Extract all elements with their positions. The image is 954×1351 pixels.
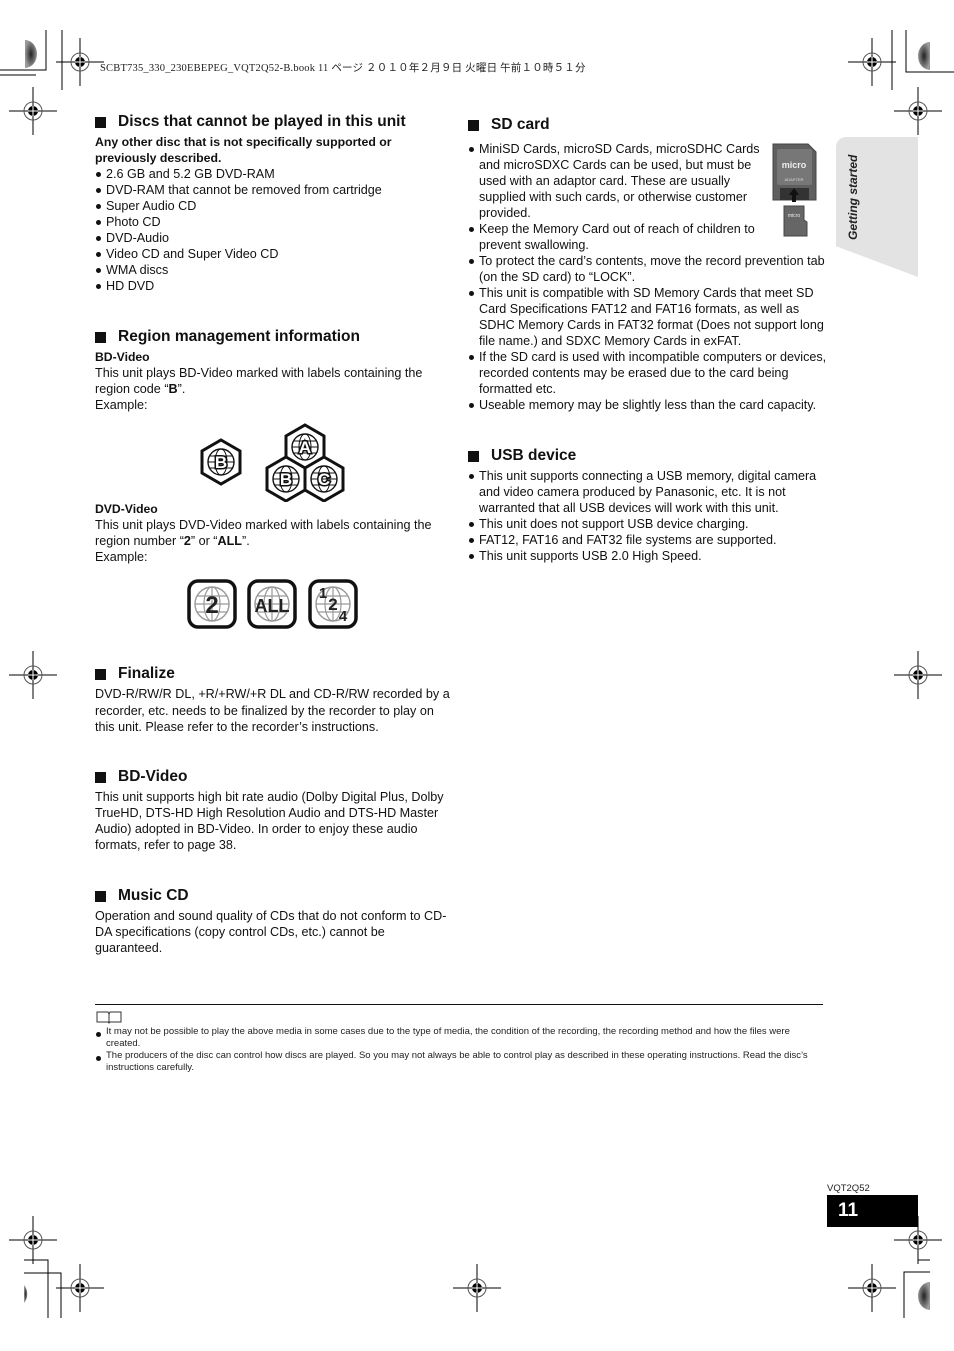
region-section: Region management information BD-Video T… <box>95 327 455 413</box>
discs-list: 2.6 GB and 5.2 GB DVD-RAM DVD-RAM that c… <box>95 166 455 294</box>
bd-video-heading: BD-Video <box>95 767 455 787</box>
region-124-logo: 1 2 4 <box>308 579 358 629</box>
list-item: FAT12, FAT16 and FAT32 file systems are … <box>468 532 828 548</box>
list-item: Keep the Memory Card out of reach of chi… <box>468 221 775 253</box>
usb-list: This unit supports connecting a USB memo… <box>468 468 828 564</box>
note-item: The producers of the disc can control ho… <box>95 1050 823 1074</box>
sd-adapter-illustration: micro ADAPTER micro <box>772 143 817 237</box>
bd-example-label: Example: <box>95 398 148 412</box>
region-heading: Region management information <box>95 327 455 347</box>
music-cd-heading: Music CD <box>95 886 455 906</box>
list-item: Video CD and Super Video CD <box>95 246 455 262</box>
sd-card-heading: SD card <box>468 115 828 135</box>
music-cd-section: Music CD Operation and sound quality of … <box>95 886 455 956</box>
microsd-card-icon: micro <box>783 205 808 237</box>
notes-divider <box>95 1004 823 1005</box>
square-bullet-icon <box>95 331 106 343</box>
list-item: MiniSD Cards, microSD Cards, microSDHC C… <box>468 141 761 221</box>
svg-text:2: 2 <box>205 592 218 619</box>
svg-text:B: B <box>215 453 227 472</box>
list-item: Useable memory may be slightly less than… <box>468 397 849 413</box>
list-item: Super Audio CD <box>95 198 455 214</box>
list-item: DVD-RAM that cannot be removed from cart… <box>95 182 455 198</box>
bd-video-section: BD-Video This unit supports high bit rat… <box>95 767 455 853</box>
list-item: 2.6 GB and 5.2 GB DVD-RAM <box>95 166 455 182</box>
square-bullet-icon <box>468 119 479 131</box>
dvd-region-logos: 2 ALL 1 2 4 <box>187 579 358 629</box>
discs-intro: Any other disc that is not specifically … <box>95 135 392 165</box>
dvd-region-text: This unit plays DVD-Video marked with la… <box>95 518 432 548</box>
svg-text:A: A <box>299 438 311 457</box>
dvd-region-block: DVD-Video This unit plays DVD-Video mark… <box>95 501 455 565</box>
finalize-section: Finalize DVD-R/RW/R DL, +R/+RW/+R DL and… <box>95 664 455 736</box>
side-tab-label: Getting started <box>846 154 860 240</box>
list-item: This unit supports USB 2.0 High Speed. <box>468 548 828 564</box>
svg-text:ALL: ALL <box>255 596 290 616</box>
svg-text:B: B <box>280 470 292 489</box>
list-item: This unit is compatible with SD Memory C… <box>468 285 828 349</box>
usb-section: USB device This unit supports connecting… <box>468 446 828 564</box>
discs-heading: Discs that cannot be played in this unit <box>95 112 455 132</box>
document-code: VQT2Q52 <box>827 1183 870 1194</box>
music-cd-text: Operation and sound quality of CDs that … <box>95 909 447 955</box>
list-item: If the SD card is used with incompatible… <box>468 349 828 397</box>
svg-text:4: 4 <box>339 608 348 625</box>
svg-text:micro: micro <box>782 160 807 170</box>
region-all-logo: ALL <box>247 579 297 629</box>
square-bullet-icon <box>95 771 106 783</box>
list-item: To protect the card’s contents, move the… <box>468 253 828 285</box>
bd-region-text: This unit plays BD-Video marked with lab… <box>95 366 423 396</box>
list-item: Photo CD <box>95 214 455 230</box>
bd-video-subtitle: BD-Video <box>95 350 150 364</box>
list-item: This unit does not support USB device ch… <box>468 516 828 532</box>
list-item: WMA discs <box>95 262 455 278</box>
svg-text:2: 2 <box>328 595 337 614</box>
list-item: This unit supports connecting a USB memo… <box>468 468 828 516</box>
region-abc-logo: A B C <box>265 423 345 502</box>
print-header: SCBT735_330_230EBEPEG_VQT2Q52-B.book 11 … <box>100 63 586 74</box>
bd-video-text: This unit supports high bit rate audio (… <box>95 790 444 852</box>
svg-text:micro: micro <box>788 213 800 219</box>
notes-list: It may not be possible to play the above… <box>95 1026 823 1074</box>
list-item: DVD-Audio <box>95 230 455 246</box>
region-2-logo: 2 <box>187 579 237 629</box>
bd-region-logos: B A B C <box>200 423 345 502</box>
dvd-video-subtitle: DVD-Video <box>95 502 158 516</box>
square-bullet-icon <box>468 450 479 462</box>
page-number: 11 <box>827 1195 918 1227</box>
list-item: HD DVD <box>95 278 455 294</box>
note-item: It may not be possible to play the above… <box>95 1026 823 1050</box>
square-bullet-icon <box>95 890 106 902</box>
dvd-example-label: Example: <box>95 550 148 564</box>
svg-text:1: 1 <box>319 585 327 602</box>
svg-text:ADAPTER: ADAPTER <box>785 177 804 182</box>
region-b-logo: B <box>200 438 242 486</box>
discs-section: Discs that cannot be played in this unit… <box>95 112 455 294</box>
square-bullet-icon <box>95 668 106 680</box>
usb-heading: USB device <box>468 446 828 466</box>
square-bullet-icon <box>95 116 106 128</box>
svg-text:C: C <box>318 470 330 489</box>
finalize-text: DVD-R/RW/R DL, +R/+RW/+R DL and CD-R/RW … <box>95 687 450 734</box>
finalize-heading: Finalize <box>95 664 455 684</box>
book-note-icon <box>96 1011 122 1024</box>
